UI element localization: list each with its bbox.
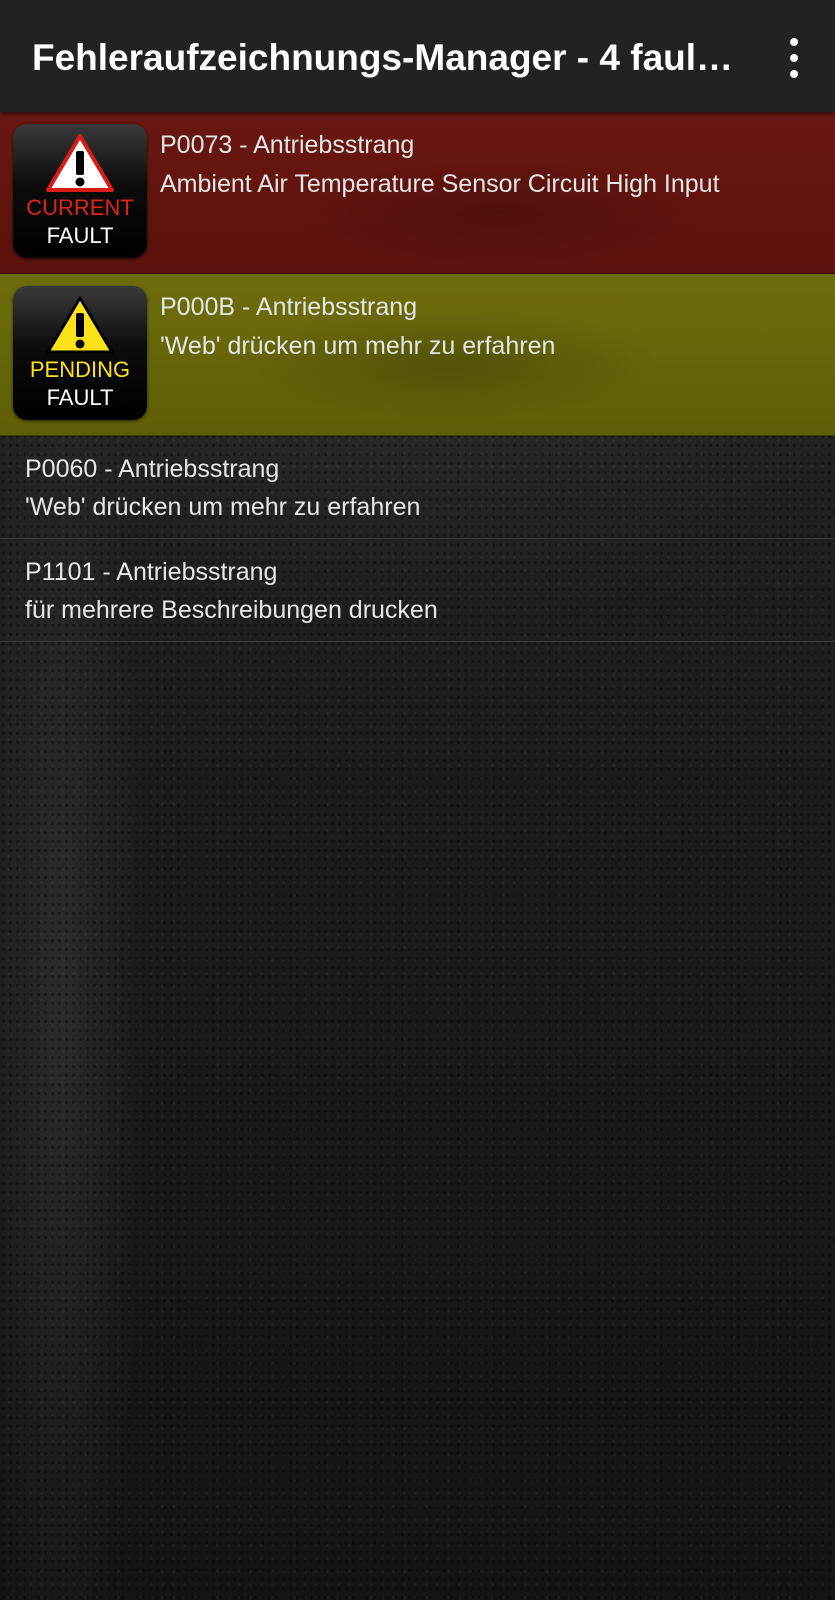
app-bar: Fehleraufzeichnungs-Manager - 4 faul…: [0, 0, 835, 112]
warning-triangle-icon: [46, 134, 114, 192]
fault-row-pending[interactable]: PENDING FAULT P000B - Antriebsstrang 'We…: [0, 274, 835, 436]
fault-description: für mehrere Beschreibungen drucken: [25, 596, 438, 624]
fault-description: 'Web' drücken um mehr zu erfahren: [25, 493, 421, 521]
warning-triangle-icon: [46, 296, 114, 354]
app-title: Fehleraufzeichnungs-Manager - 4 faul…: [32, 37, 734, 78]
menu-dot: [790, 70, 798, 78]
badge-label-line1: PENDING: [29, 357, 131, 382]
fault-list: CURRENT FAULT P0073 - Antriebsstrang Amb…: [0, 112, 835, 642]
fault-code: P000B - Antriebsstrang: [160, 293, 418, 321]
fault-code: P1101 - Antriebsstrang: [25, 558, 278, 586]
menu-dot: [790, 54, 798, 62]
badge-label-line2: FAULT: [46, 223, 114, 248]
fault-code: P0060 - Antriebsstrang: [25, 455, 280, 483]
fault-description: 'Web' drücken um mehr zu erfahren: [160, 332, 556, 360]
pending-fault-badge: PENDING FAULT: [13, 286, 147, 420]
badge-label-line1: CURRENT: [26, 195, 134, 220]
fault-description: Ambient Air Temperature Sensor Circuit H…: [160, 170, 720, 198]
fault-code: P0073 - Antriebsstrang: [160, 131, 415, 159]
menu-dot: [790, 38, 798, 46]
overflow-menu-icon[interactable]: [779, 38, 809, 78]
fault-row-current[interactable]: CURRENT FAULT P0073 - Antriebsstrang Amb…: [0, 112, 835, 274]
fault-row-stored[interactable]: P0060 - Antriebsstrang 'Web' drücken um …: [0, 436, 835, 539]
badge-label-line2: FAULT: [46, 385, 114, 410]
current-fault-badge: CURRENT FAULT: [13, 124, 147, 258]
fault-row-stored[interactable]: P1101 - Antriebsstrang für mehrere Besch…: [0, 539, 835, 642]
